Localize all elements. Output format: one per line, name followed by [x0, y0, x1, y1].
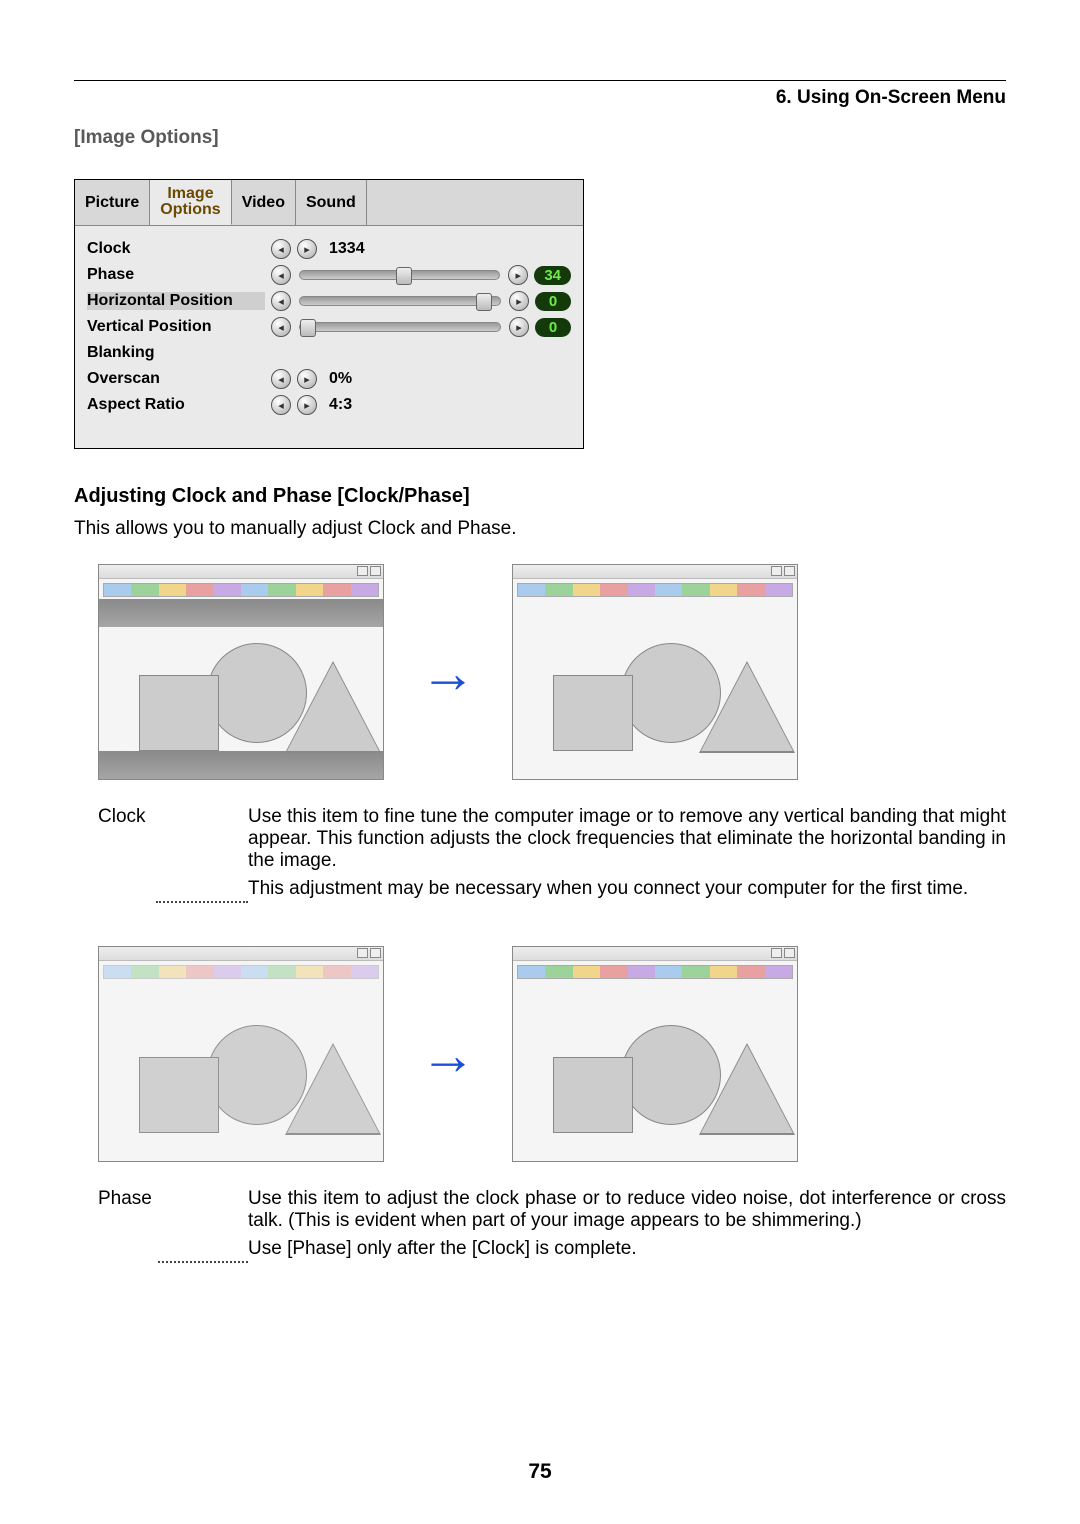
subheading: Adjusting Clock and Phase [Clock/Phase] — [74, 485, 1006, 508]
def-label: Phase — [98, 1188, 248, 1266]
tab-image-options[interactable]: Image Options — [150, 180, 231, 225]
arrow-right-icon[interactable]: ▸ — [297, 395, 317, 415]
osd-value: 4:3 — [329, 396, 352, 414]
intro-text: This allows you to manually adjust Clock… — [74, 518, 1006, 540]
osd-label: Clock — [87, 240, 265, 258]
value-badge: 0 — [535, 292, 571, 311]
definition-clock: Clock Use this item to fine tune the com… — [98, 806, 1006, 906]
section-title: [Image Options] — [74, 127, 1006, 149]
arrow-left-icon[interactable]: ◂ — [271, 239, 291, 259]
tab-sound[interactable]: Sound — [296, 180, 367, 225]
page-number: 75 — [0, 1460, 1080, 1484]
slider[interactable] — [299, 296, 501, 306]
osd-label: Aspect Ratio — [87, 396, 265, 414]
arrow-right-icon[interactable]: ▸ — [509, 291, 529, 311]
def-text: Use this item to adjust the clock phase … — [248, 1188, 1006, 1232]
value-badge: 0 — [535, 318, 571, 337]
arrow-left-icon[interactable]: ◂ — [271, 265, 291, 285]
osd-row-aspect: Aspect Ratio ◂ ▸ 4:3 — [87, 392, 571, 418]
osd-row-blanking: Blanking — [87, 340, 571, 366]
example-after — [512, 564, 798, 780]
arrow-left-icon[interactable]: ◂ — [271, 395, 291, 415]
osd-value: 1334 — [329, 240, 365, 258]
osd-value: 0% — [329, 370, 352, 388]
osd-menu: Picture Image Options Video Sound Clock … — [74, 179, 584, 449]
arrow-right-icon[interactable]: ▸ — [508, 265, 528, 285]
arrow-right-icon[interactable]: ▸ — [509, 317, 529, 337]
arrow-right-icon[interactable]: ▸ — [297, 369, 317, 389]
example-before — [98, 564, 384, 780]
arrow-left-icon[interactable]: ◂ — [271, 291, 291, 311]
arrow-right-icon[interactable]: ▸ — [297, 239, 317, 259]
def-text: This adjustment may be necessary when yo… — [248, 878, 1006, 900]
osd-label: Phase — [87, 266, 265, 284]
value-badge: 34 — [534, 266, 571, 285]
chapter-heading: 6. Using On-Screen Menu — [74, 87, 1006, 109]
osd-label: Horizontal Position — [87, 292, 265, 310]
slider[interactable] — [299, 270, 500, 280]
osd-row-phase: Phase ◂ ▸ 34 — [87, 262, 571, 288]
osd-row-vpos: Vertical Position ◂ ▸ 0 — [87, 314, 571, 340]
osd-label: Overscan — [87, 370, 265, 388]
arrow-right-icon: → — [420, 640, 476, 705]
clock-example: → — [98, 564, 1006, 780]
example-after — [512, 946, 798, 1162]
osd-label: Blanking — [87, 344, 265, 362]
arrow-left-icon[interactable]: ◂ — [271, 369, 291, 389]
example-before — [98, 946, 384, 1162]
arrow-right-icon: → — [420, 1022, 476, 1087]
phase-example: → — [98, 946, 1006, 1162]
osd-row-overscan: Overscan ◂ ▸ 0% — [87, 366, 571, 392]
osd-label: Vertical Position — [87, 318, 265, 336]
def-text: Use [Phase] only after the [Clock] is co… — [248, 1238, 1006, 1260]
osd-row-hpos: Horizontal Position ◂ ▸ 0 — [87, 288, 571, 314]
def-text: Use this item to fine tune the computer … — [248, 806, 1006, 872]
osd-tabs: Picture Image Options Video Sound — [75, 180, 583, 226]
definition-phase: Phase Use this item to adjust the clock … — [98, 1188, 1006, 1266]
slider[interactable] — [299, 322, 501, 332]
def-label: Clock — [98, 806, 248, 906]
tab-video[interactable]: Video — [232, 180, 296, 225]
osd-row-clock: Clock ◂ ▸ 1334 — [87, 236, 571, 262]
arrow-left-icon[interactable]: ◂ — [271, 317, 291, 337]
tab-picture[interactable]: Picture — [75, 180, 150, 225]
